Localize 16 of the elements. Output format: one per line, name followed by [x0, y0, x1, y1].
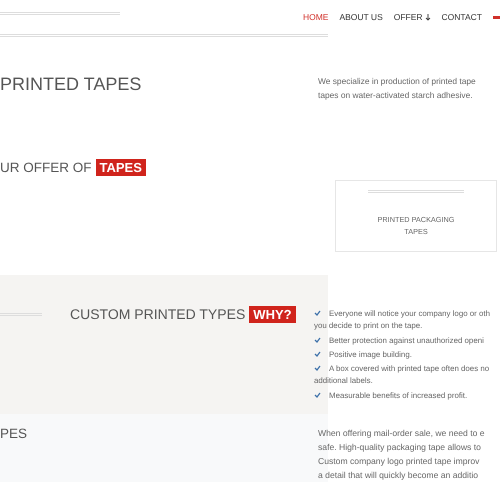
section-heading: UR OFFER OF TAPES	[0, 160, 500, 175]
section-heading: CUSTOM PRINTED TYPES WHY?	[70, 306, 296, 322]
nav-link[interactable]: CONTACT	[442, 12, 482, 22]
check-icon	[314, 310, 321, 316]
section-heading: PES	[0, 426, 28, 441]
caret-icon	[424, 14, 431, 20]
section-heading: PRINTED TAPES	[0, 74, 142, 95]
intro-text: We specialize in production of printed tape tapes on water-activated starch adhesive.	[318, 75, 476, 102]
nav-link[interactable]: OFFER	[394, 12, 431, 22]
nav-link[interactable]: HOME	[302, 12, 328, 22]
check-icon	[314, 392, 321, 398]
nav-link[interactable]: ABOUT US	[339, 12, 383, 22]
body-text: When offering mail-order sale, we need to e safe. High-quality packaging tape allows to Custom company logo printed tape improv a detail that will quickly become an additio	[318, 427, 485, 482]
check-icon	[314, 336, 321, 343]
check-icon	[314, 365, 321, 372]
check-icon	[314, 350, 321, 357]
